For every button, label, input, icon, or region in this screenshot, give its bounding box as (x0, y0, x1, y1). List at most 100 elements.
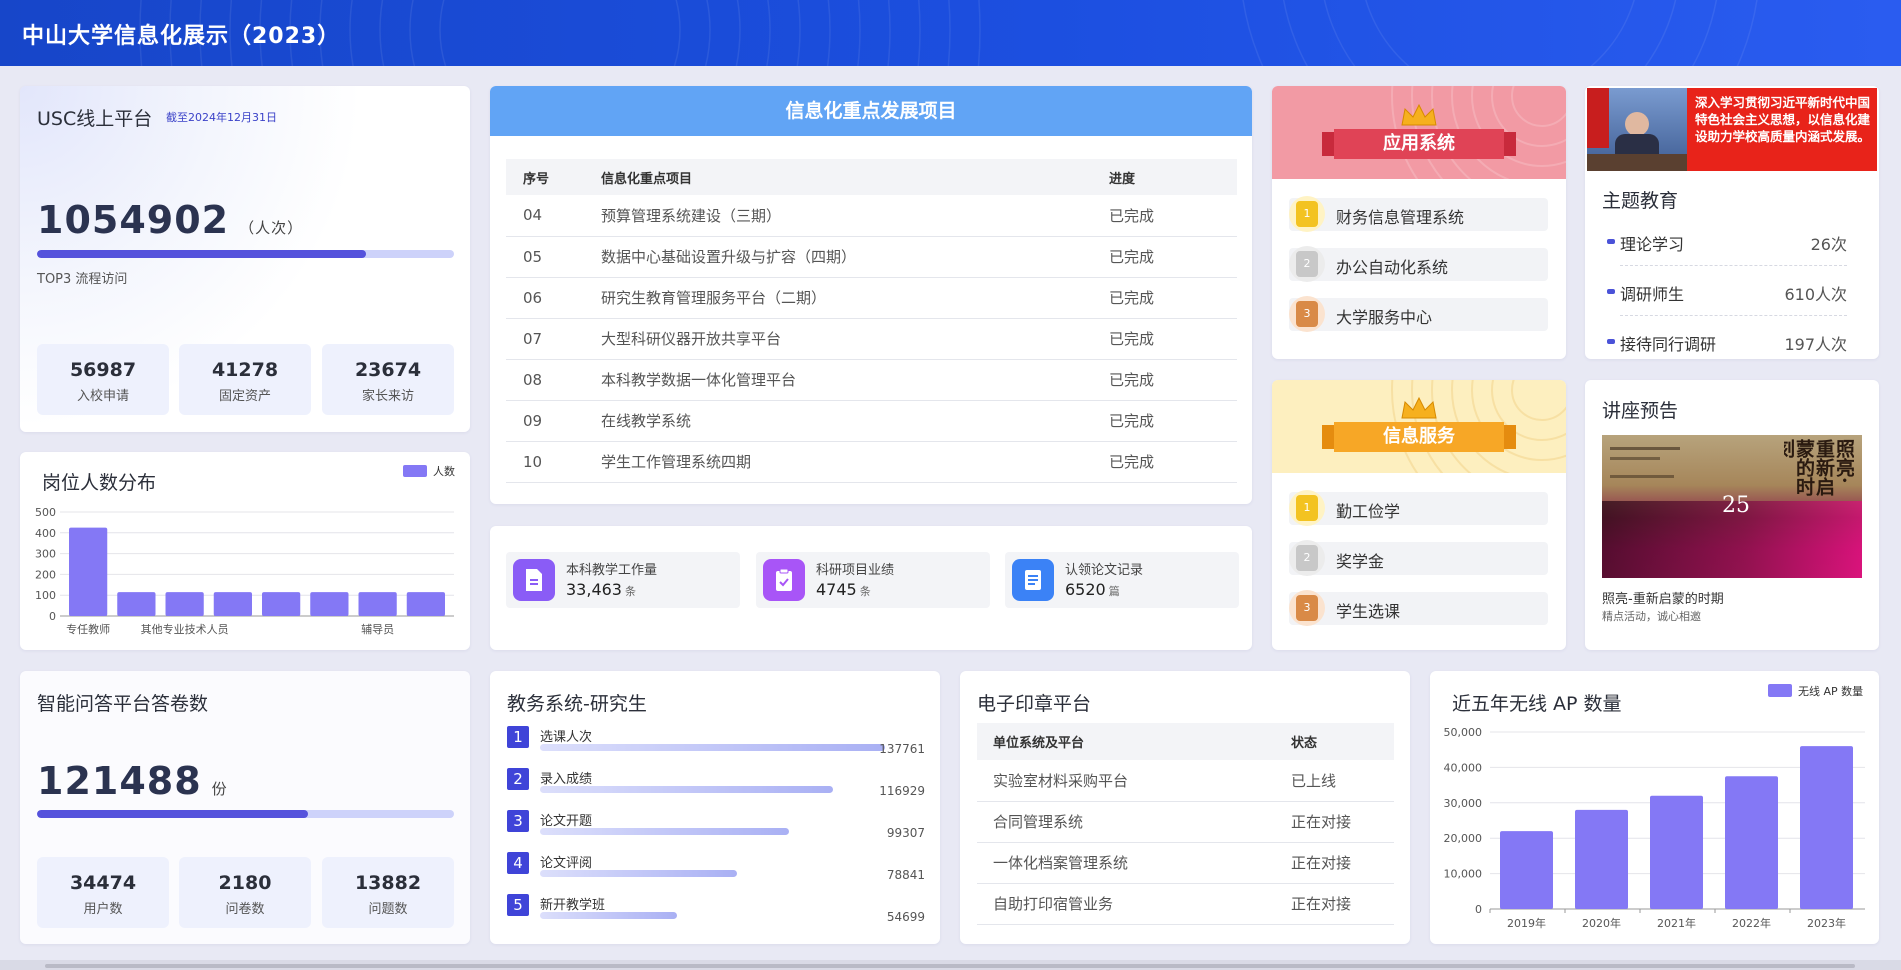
rank-bar (540, 786, 833, 793)
kpi-value: 33,463 (566, 580, 622, 599)
app-item-service-center[interactable]: 3 大学服务中心 (1289, 296, 1548, 332)
bar (69, 527, 108, 616)
bar (165, 592, 204, 616)
lecture-caption: 照亮-重新启蒙的时期 (1602, 592, 1724, 607)
grad-rank-item: 2 录入成绩 116929 (507, 768, 925, 802)
app-item-finance[interactable]: 1 财务信息管理系统 (1289, 196, 1548, 232)
header-bar: 中山大学信息化展示（2023） (0, 0, 1901, 66)
scrollbar-thumb[interactable] (45, 964, 1855, 968)
bronze-medal-icon: 3 (1289, 296, 1325, 332)
bullet-icon (1607, 339, 1615, 344)
cell-index: 04 (506, 195, 601, 237)
app-systems-title: 应用系统 (1383, 133, 1455, 154)
usc-stat-card: 23674 家长来访 (322, 344, 454, 415)
theme-row-label: 接待同行调研 (1620, 335, 1717, 354)
theme-row: 调研师生 610人次 (1607, 281, 1847, 304)
qa-stat-card: 2180 问卷数 (179, 857, 311, 928)
rank-label: 论文评阅 (540, 856, 593, 871)
kpi-unit: 条 (624, 585, 636, 598)
legend-label: 人数 (433, 465, 455, 478)
rank-bar (540, 744, 885, 751)
gold-medal-icon: 1 (1289, 196, 1325, 232)
kpi-teaching-workload: 本科教学工作量 33,463 条 (506, 552, 740, 608)
theme-row-label: 理论学习 (1620, 235, 1685, 254)
service-item-course-selection[interactable]: 3 学生选课 (1289, 590, 1548, 626)
rank-value: 54699 (886, 910, 925, 924)
cell-status: 已完成 (1109, 359, 1237, 401)
table-row: 08 本科教学数据一体化管理平台 已完成 (506, 359, 1237, 401)
cell-status: 已完成 (1109, 441, 1237, 483)
usc-card: USC线上平台 截至2024年12月31日 1054902 （人次） TOP3 流… (20, 86, 470, 432)
y-tick-label: 300 (35, 548, 56, 561)
theme-banner[interactable]: 深入学习贯彻习近平新时代中国特色社会主义思想，以信息化建设助力学校高质量内涵式发… (1587, 88, 1877, 171)
crown-icon (1401, 103, 1437, 126)
usc-unit: （人次） (239, 219, 304, 237)
table-row: 10 学生工作管理系统四期 已完成 (506, 441, 1237, 483)
poster-line (1610, 457, 1660, 460)
lecture-card: 讲座预告 照亮·重新启蒙的时刻 25 照亮-重新启蒙的时期 精点活动，诚心相邀 (1585, 380, 1879, 650)
bar (213, 592, 252, 616)
bullet-icon (1607, 289, 1615, 294)
column-header: 序号 (506, 159, 601, 195)
x-tick-label: 辅导员 (361, 622, 394, 636)
cell-project: 在线教学系统 (601, 400, 1109, 442)
y-tick-label: 100 (35, 589, 56, 602)
stat-value: 2180 (218, 872, 272, 894)
column-header: 信息化重点项目 (601, 159, 1109, 195)
app-item-oa[interactable]: 2 办公自动化系统 (1289, 246, 1548, 282)
cell-project: 学生工作管理系统四期 (601, 441, 1109, 483)
rank-bar (540, 912, 677, 919)
info-services-banner: 信息服务 (1272, 380, 1566, 473)
cell-status: 已完成 (1109, 318, 1237, 360)
legend-swatch (403, 465, 427, 477)
theme-row: 理论学习 26次 (1607, 231, 1847, 254)
lecture-title: 讲座预告 (1602, 400, 1679, 422)
bar (1500, 831, 1553, 909)
y-tick-label: 50,000 (1444, 726, 1483, 739)
y-tick-label: 0 (49, 610, 56, 623)
y-tick-label: 0 (1475, 903, 1482, 916)
table-row: 06 研究生教育管理服务平台（二期） 已完成 (506, 277, 1237, 319)
grad-rank-item: 4 论文评阅 78841 (507, 852, 925, 886)
kpi-research-projects: 科研项目业绩 4745 条 (756, 552, 990, 608)
bar (310, 592, 349, 616)
x-tick-label: 2020年 (1582, 916, 1621, 930)
column-header: 单位系统及平台 (977, 723, 1291, 760)
cell-index: 05 (506, 236, 601, 278)
service-item-scholarship[interactable]: 2 奖学金 (1289, 540, 1548, 576)
cell-project: 大型科研仪器开放共享平台 (601, 318, 1109, 360)
rank-value: 116929 (879, 784, 925, 798)
usc-caption: TOP3 流程访问 (37, 272, 128, 287)
service-item-work-study[interactable]: 1 勤工俭学 (1289, 490, 1548, 526)
theme-row: 接待同行调研 197人次 (1607, 331, 1847, 354)
cell-status: 已完成 (1109, 195, 1237, 237)
gold-medal-icon: 1 (1289, 490, 1325, 526)
bar (1725, 776, 1778, 909)
clipboard-check-icon (763, 559, 805, 601)
ap-bar-chart: 0 10,000 20,000 30,000 40,000 50,000 2019年 2020… (1444, 684, 1865, 930)
bullet-icon (1607, 239, 1615, 244)
rank-number: 1 (507, 726, 529, 748)
cell-project: 预算管理系统建设（三期） (601, 195, 1109, 237)
qa-progress-bar (37, 810, 454, 818)
lecture-poster[interactable]: 照亮·重新启蒙的时刻 25 (1602, 435, 1862, 578)
lecture-subcaption: 精点活动，诚心相邀 (1602, 610, 1701, 623)
usc-progress-bar (37, 250, 454, 258)
y-tick-label: 500 (35, 506, 56, 519)
bar (1650, 795, 1703, 909)
horizontal-scrollbar[interactable] (0, 960, 1901, 970)
projects-card: 信息化重点发展项目 序号 信息化重点项目 进度 04 预算管理系统建设（三期） 已完… (490, 86, 1252, 504)
grad-rank-item: 1 选课人次 137761 (507, 726, 925, 760)
stat-label: 入校申请 (76, 389, 129, 404)
grad-rank-item: 3 论文开题 99307 (507, 810, 925, 844)
x-tick-label: 2022年 (1732, 916, 1771, 930)
qa-title: 智能问答平台答卷数 (37, 693, 209, 715)
cell-system: 自助打印宿管业务 (977, 883, 1291, 925)
app-item-label: 办公自动化系统 (1336, 258, 1449, 277)
banner-photo (1587, 88, 1687, 171)
kpi-unit: 篇 (1108, 585, 1120, 598)
divider (1620, 315, 1847, 316)
poster-heading: 照亮·重新启蒙的时刻 (1784, 439, 1854, 496)
cell-system: 合同管理系统 (977, 801, 1291, 843)
app-item-label: 大学服务中心 (1336, 308, 1433, 327)
